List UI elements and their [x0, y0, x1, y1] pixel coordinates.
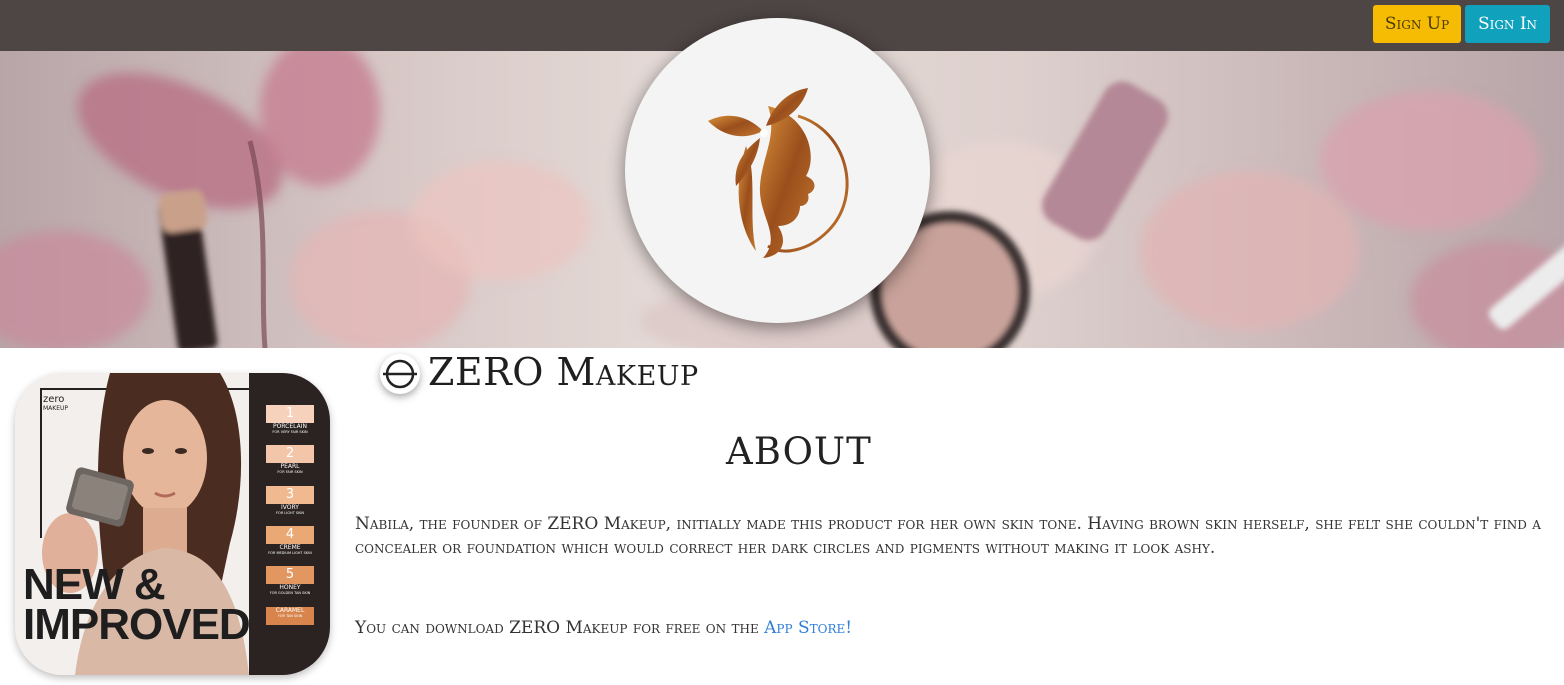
list-item: CARAMEL FOR TAN SKIN	[275, 607, 305, 618]
brand-name: ZERO Makeup	[428, 350, 699, 394]
list-item: 5 HONEY FOR GOLDEN TAN SKIN	[269, 567, 311, 595]
woman-profile-logo-icon	[707, 87, 849, 258]
product-headline: NEW & IMPROVED	[23, 560, 251, 649]
download-paragraph: You can download ZERO Makeup for free on…	[355, 616, 1545, 640]
about-paragraph: Nabila, the founder of ZERO Makeup, init…	[355, 514, 1541, 558]
app-store-link[interactable]: App Store!	[764, 618, 852, 638]
sign-in-button[interactable]: Sign In	[1465, 5, 1550, 43]
about-heading: ABOUT	[726, 430, 872, 473]
brand-logo	[625, 18, 930, 323]
list-item: 4 CREME FOR MEDIUM LIGHT SKIN	[268, 527, 312, 555]
list-item: 1 PORCELAIN FOR VERY FAIR SKIN	[272, 406, 308, 434]
theta-circle-icon	[380, 354, 420, 394]
list-item: 3 IVORY FOR LIGHT SKIN	[275, 487, 305, 515]
list-item: 2 PEARL FOR FAIR SKIN	[277, 446, 303, 474]
product-image: zero MAKEUP NEW & IMPROVED 1 PORCELAIN F…	[15, 373, 330, 675]
product-brand-label: zero MAKEUP	[43, 394, 69, 413]
download-text: You can download ZERO Makeup for free on…	[355, 618, 765, 638]
sign-up-button[interactable]: Sign Up	[1373, 5, 1461, 43]
